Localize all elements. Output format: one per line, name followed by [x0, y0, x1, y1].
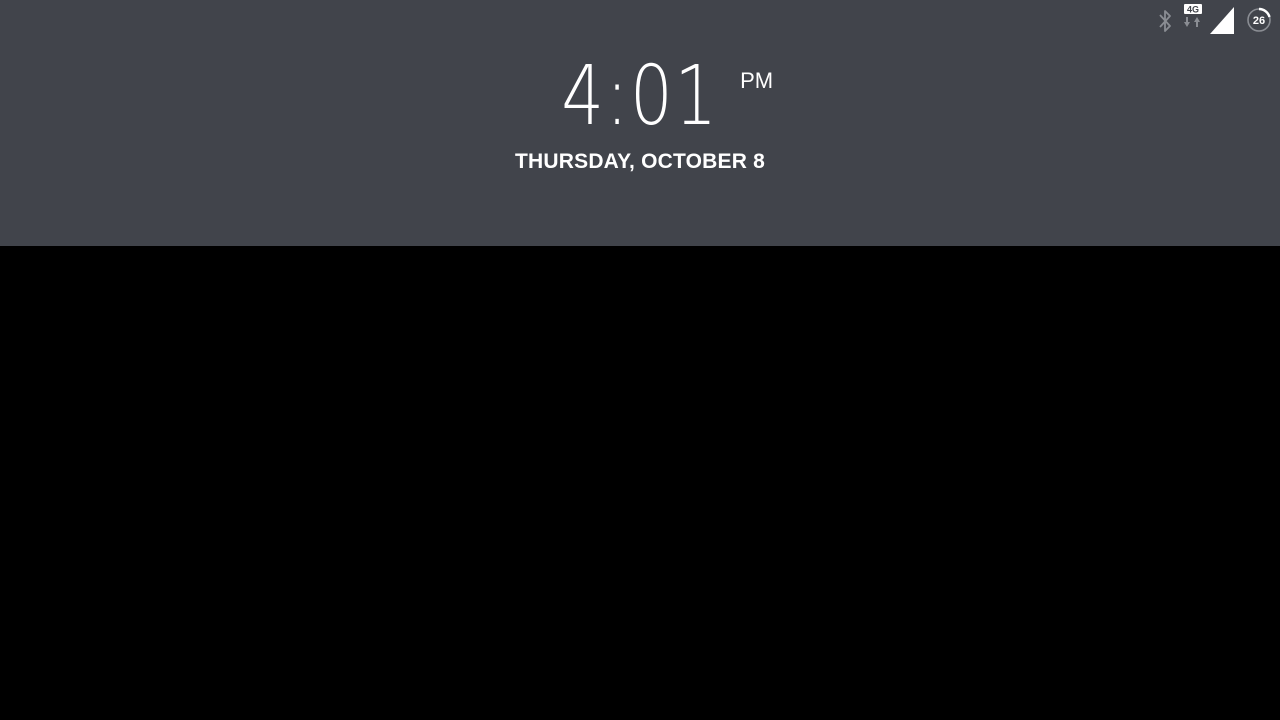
- clock-time: 4:01: [561, 49, 719, 144]
- lockscreen-clock: 4:01 PM: [0, 52, 1280, 142]
- status-bar: 4G 26: [1140, 0, 1280, 40]
- clock-ampm: PM: [740, 68, 774, 93]
- lock-screen: 4G 26 4:01 PM THURSDAY, OCTOBER 8: [0, 0, 1280, 720]
- bluetooth-icon: [1159, 10, 1171, 32]
- battery-icon: 26: [1247, 7, 1271, 32]
- network-type-label: 4G: [1187, 5, 1199, 15]
- lockscreen-date: THURSDAY, OCTOBER 8: [514, 150, 766, 173]
- cell-signal-icon: [1210, 7, 1234, 34]
- battery-level-label: 26: [1253, 15, 1265, 27]
- lockscreen-header: 4G 26 4:01 PM THURSDAY, OCTOBER 8: [0, 0, 1280, 246]
- mobile-data-4g-icon: 4G: [1184, 4, 1202, 27]
